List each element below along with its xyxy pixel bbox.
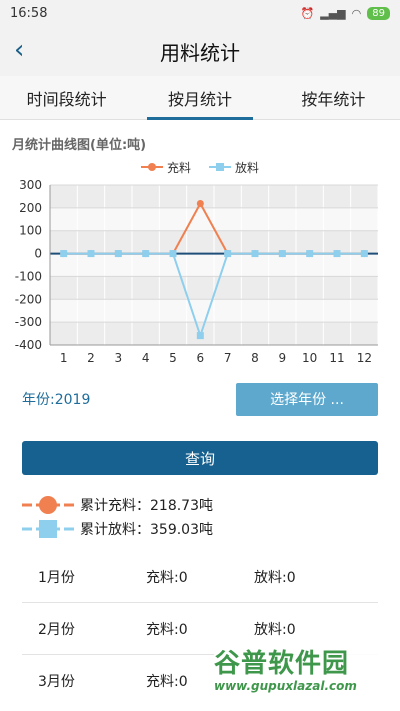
line-chart: 300 200 100 0 -100 -200 -300 -400 1 2 3 4 5 6 7 8 9 10 11 1… — [0, 177, 400, 369]
wifi-icon: ◠ — [351, 6, 362, 20]
y-tick-label: 0 — [34, 247, 42, 261]
watermark-url: www.gupuxlazal.com — [214, 679, 357, 693]
series-2-point — [196, 332, 204, 340]
year-label: 年份:2019 — [22, 392, 91, 408]
tab-label: 时间段统计 — [26, 89, 107, 109]
tab-label: 按年统计 — [301, 89, 366, 109]
series-1-point — [196, 200, 204, 208]
legend-item-charge: 充料 — [140, 159, 191, 176]
month-charge: 充料:0 — [146, 569, 188, 586]
series-2-point — [278, 250, 286, 258]
legend-charge-marker-icon — [140, 163, 163, 171]
legend-label: 放料 — [235, 160, 260, 175]
battery-indicator: 89 — [367, 6, 390, 20]
series-2-point — [333, 250, 341, 258]
x-tick-label: 8 — [251, 351, 259, 365]
list-item[interactable]: 1月份 充料:0 放料:0 — [22, 551, 378, 603]
summary-discharge-text: 累计放料：359.03吨 — [80, 522, 213, 538]
series-2-point — [251, 250, 259, 258]
watermark-logo: 谷普软件园 www.gupuxlazal.com — [214, 649, 390, 705]
x-tick-label: 2 — [87, 351, 95, 365]
y-tick-label: 300 — [19, 178, 42, 192]
watermark-name: 谷普软件园 — [214, 649, 350, 679]
status-bar: 16:58 ⏰ ▂▄▆ ◠ 89 — [0, 0, 400, 26]
back-arrow-icon[interactable]: ‹ — [14, 36, 24, 64]
y-tick-label: -300 — [15, 315, 42, 329]
series-2-point — [142, 250, 150, 258]
y-tick-label: -100 — [15, 269, 42, 283]
month-discharge: 放料:0 — [254, 621, 296, 638]
summary-charge-text: 累计充料：218.73吨 — [80, 498, 213, 514]
status-icons: ⏰ ▂▄▆ ◠ 89 — [300, 6, 390, 20]
y-tick-label: -200 — [15, 292, 42, 306]
month-label: 3月份 — [38, 674, 75, 690]
x-tick-label: 9 — [279, 351, 287, 365]
tab-yearly-stats[interactable]: 按年统计 — [267, 76, 400, 119]
chart-svg: 3002001000-100-200-300-4001 2 3 4 5 6 7 8 9 10 11 1… — [15, 178, 379, 365]
chart-title: 月统计曲线图(单位:吨) — [12, 138, 147, 153]
select-year-button[interactable]: 选择年份 ... — [236, 382, 378, 416]
page-title: 用料统计 — [160, 40, 240, 65]
x-tick-label: 1 — [60, 351, 68, 365]
app-bar: ‹ 用料统计 — [0, 26, 400, 76]
y-tick-label: 200 — [19, 201, 42, 215]
year-row: 年份:2019 选择年份 ... — [0, 369, 400, 416]
signal-icon: ▂▄▆ — [320, 6, 346, 20]
series-2-point — [169, 250, 177, 258]
list-item[interactable]: 2月份 充料:0 放料:0 — [22, 603, 378, 655]
summary-charge-row: 累计充料：218.73吨 — [22, 493, 378, 517]
y-tick-label: -400 — [15, 338, 42, 352]
x-tick-label: 5 — [169, 351, 177, 365]
tab-monthly-stats[interactable]: 按月统计 — [133, 76, 266, 120]
legend-discharge-marker-icon — [209, 163, 231, 171]
x-tick-label: 7 — [224, 351, 232, 365]
series-2-point — [306, 250, 314, 258]
y-tick-label: 100 — [19, 224, 42, 238]
month-charge: 充料:0 — [146, 621, 188, 638]
chart-legend: 充料 放料 — [0, 157, 400, 177]
summary-discharge-row: 累计放料：359.03吨 — [22, 517, 378, 541]
charge-marker-icon — [22, 496, 74, 514]
series-2-point — [224, 250, 232, 258]
tab-bar: 时间段统计 按月统计 按年统计 — [0, 76, 400, 120]
series-2-point — [360, 250, 368, 258]
legend-label: 充料 — [166, 160, 191, 175]
month-discharge: 放料:0 — [254, 569, 296, 586]
summary: 累计充料：218.73吨 累计放料：359.03吨 — [0, 475, 400, 541]
alarm-icon: ⏰ — [300, 6, 315, 20]
month-label: 1月份 — [38, 569, 75, 586]
series-2-point — [87, 250, 95, 258]
tab-period-stats[interactable]: 时间段统计 — [0, 76, 133, 119]
status-time: 16:58 — [10, 5, 48, 21]
x-tick-label: 12 — [357, 351, 372, 365]
series-2-point — [60, 250, 68, 258]
query-button[interactable]: 查询 — [22, 441, 378, 475]
x-tick-label: 11 — [329, 351, 344, 365]
x-tick-label: 10 — [302, 351, 317, 365]
series-2-point — [114, 250, 122, 258]
x-tick-label: 3 — [115, 351, 123, 365]
x-tick-label: 6 — [197, 351, 205, 365]
legend-item-discharge: 放料 — [209, 159, 259, 176]
tab-label: 按月统计 — [167, 89, 232, 109]
discharge-marker-icon — [22, 520, 74, 538]
x-tick-label: 4 — [142, 351, 150, 365]
month-label: 2月份 — [38, 621, 75, 638]
